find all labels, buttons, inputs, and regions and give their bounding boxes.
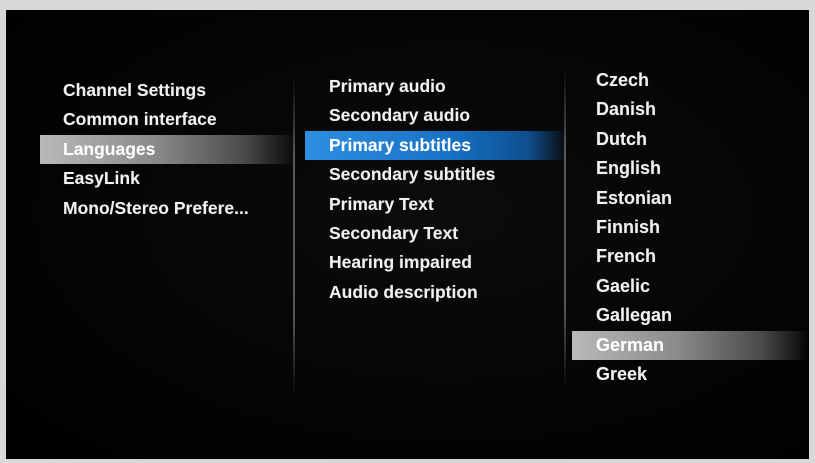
language-option-gaelic[interactable]: Gaelic xyxy=(572,272,809,301)
menu-item-primary-text[interactable]: Primary Text xyxy=(305,190,567,219)
menu-item-audio-description[interactable]: Audio description xyxy=(305,278,567,307)
column-divider xyxy=(564,68,566,388)
language-option-gallegan[interactable]: Gallegan xyxy=(572,301,809,330)
language-option-french[interactable]: French xyxy=(572,242,809,271)
language-option-english[interactable]: English xyxy=(572,154,809,183)
menu-item-hearing-impaired[interactable]: Hearing impaired xyxy=(305,248,567,277)
menu-item-secondary-subtitles[interactable]: Secondary subtitles xyxy=(305,160,567,189)
language-option-danish[interactable]: Danish xyxy=(572,95,809,124)
menu-item-secondary-text[interactable]: Secondary Text xyxy=(305,219,567,248)
menu-item-mono-stereo-preference[interactable]: Mono/Stereo Prefere... xyxy=(40,194,296,223)
language-option-dutch[interactable]: Dutch xyxy=(572,125,809,154)
menu-item-secondary-audio[interactable]: Secondary audio xyxy=(305,101,567,130)
language-options-list: Czech Danish Dutch English Estonian Finn… xyxy=(572,66,809,389)
menu-item-common-interface[interactable]: Common interface xyxy=(40,105,296,134)
settings-menu: Channel Settings Common interface Langua… xyxy=(40,76,296,223)
language-option-czech[interactable]: Czech xyxy=(572,66,809,95)
menu-item-languages[interactable]: Languages xyxy=(40,134,296,165)
language-option-estonian[interactable]: Estonian xyxy=(572,184,809,213)
menu-item-easylink[interactable]: EasyLink xyxy=(40,164,296,193)
menu-item-primary-audio[interactable]: Primary audio xyxy=(305,72,567,101)
menu-item-channel-settings[interactable]: Channel Settings xyxy=(40,76,296,105)
menu-item-primary-subtitles[interactable]: Primary subtitles xyxy=(305,130,567,161)
language-option-greek[interactable]: Greek xyxy=(572,360,809,389)
language-option-finnish[interactable]: Finnish xyxy=(572,213,809,242)
language-option-german[interactable]: German xyxy=(572,330,809,360)
column-divider xyxy=(293,76,295,396)
languages-menu: Primary audio Secondary audio Primary su… xyxy=(305,72,567,307)
tv-screen: Channel Settings Common interface Langua… xyxy=(6,10,809,459)
